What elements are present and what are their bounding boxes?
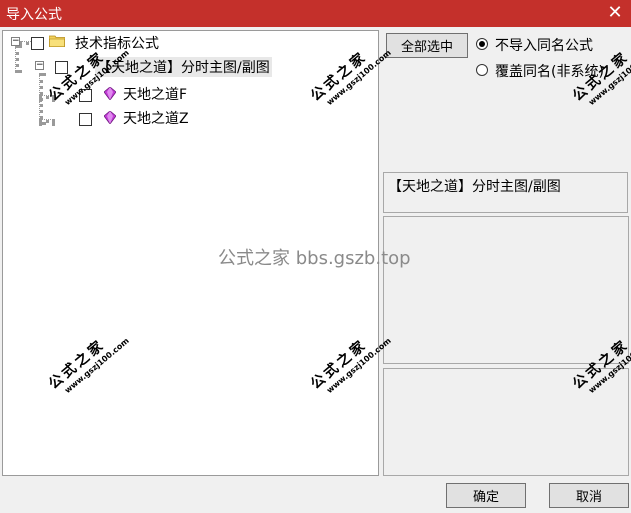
group-checkbox[interactable] [55, 61, 68, 74]
formula-tree[interactable]: − 技术指标公式 − 【天地之道】分时主图/副图 天地之道F 天地之道Z [2, 30, 379, 476]
radio-overwrite[interactable] [476, 64, 488, 76]
formula-gem-icon [104, 111, 116, 124]
window-title: 导入公式 [6, 7, 62, 23]
group-expand-toggle[interactable]: − [35, 61, 44, 70]
tree-item-label[interactable]: 天地之道Z [123, 108, 189, 128]
ok-button[interactable]: 确定 [446, 483, 526, 508]
root-expand-toggle[interactable]: − [11, 37, 20, 46]
formula-info-text: 【天地之道】分时主图/副图 [388, 179, 561, 195]
description-box [383, 216, 629, 364]
radio-skip-duplicates[interactable] [476, 38, 488, 50]
radio-overwrite-label[interactable]: 覆盖同名(非系统) [495, 61, 604, 81]
preview-box [383, 368, 629, 476]
title-bar: 导入公式 ✕ [0, 0, 631, 27]
item-checkbox[interactable] [79, 89, 92, 102]
root-checkbox[interactable] [31, 37, 44, 50]
formula-gem-icon [104, 87, 116, 100]
item-checkbox[interactable] [79, 113, 92, 126]
cancel-button[interactable]: 取消 [549, 483, 629, 508]
formula-info-box: 【天地之道】分时主图/副图 [383, 172, 628, 213]
tree-root-label[interactable]: 技术指标公式 [75, 33, 159, 53]
tree-item-label[interactable]: 天地之道F [123, 84, 187, 104]
close-icon[interactable]: ✕ [605, 2, 625, 24]
folder-icon [49, 35, 65, 47]
select-all-button[interactable]: 全部选中 [386, 33, 468, 58]
radio-skip-duplicates-label[interactable]: 不导入同名公式 [495, 35, 593, 55]
options-panel: 全部选中 不导入同名公式 覆盖同名(非系统) 【天地之道】分时主图/副图 [382, 30, 629, 476]
tree-group-label[interactable]: 【天地之道】分时主图/副图 [95, 57, 272, 77]
